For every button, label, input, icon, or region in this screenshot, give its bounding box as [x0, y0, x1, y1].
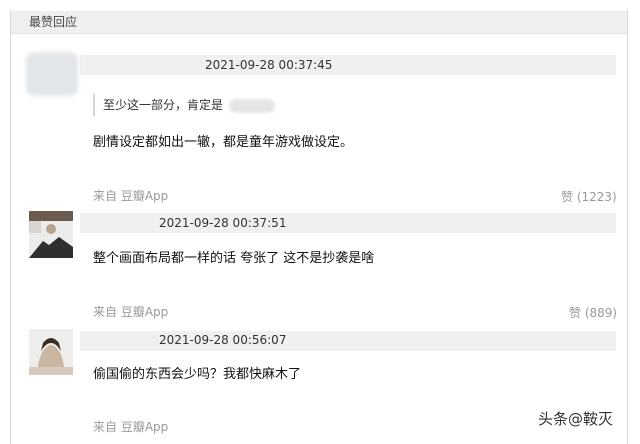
comment-timestamp: 2021-09-28 00:56:07: [159, 333, 287, 347]
avatar[interactable]: [26, 52, 78, 96]
watermark: 头条@鞍灭: [538, 410, 614, 428]
avatar[interactable]: [29, 329, 73, 375]
comment-source[interactable]: 来自 豆瓣App: [93, 189, 168, 203]
comment-text: 整个画面布局都一样的话 夸张了 这不是抄袭是啥: [93, 251, 375, 266]
quoted-reply-text: 至少这一部分，肯定是: [103, 98, 224, 112]
like-button[interactable]: 赞 (1223): [561, 190, 617, 204]
avatar[interactable]: [29, 211, 73, 258]
comment-source[interactable]: 来自 豆瓣App: [93, 305, 168, 319]
avatar-image: [29, 211, 73, 258]
comment-timestamp: 2021-09-28 00:37:51: [159, 216, 287, 230]
comment-text: 剧情设定都如出一辙，都是童年游戏做设定。: [93, 135, 354, 150]
comment-text: 偷国偷的东西会少吗？我都快麻木了: [93, 367, 302, 382]
avatar-image: [29, 329, 73, 375]
comment-source[interactable]: 来自 豆瓣App: [93, 420, 168, 434]
quoted-reply: 至少这一部分，肯定是: [93, 94, 276, 116]
like-button[interactable]: 赞 (889): [569, 306, 617, 320]
section-header: 最赞回应: [11, 11, 627, 34]
comment-meta-bar: [80, 55, 616, 75]
comment-timestamp: 2021-09-28 00:37:45: [205, 58, 333, 72]
redacted-username: [229, 98, 276, 113]
